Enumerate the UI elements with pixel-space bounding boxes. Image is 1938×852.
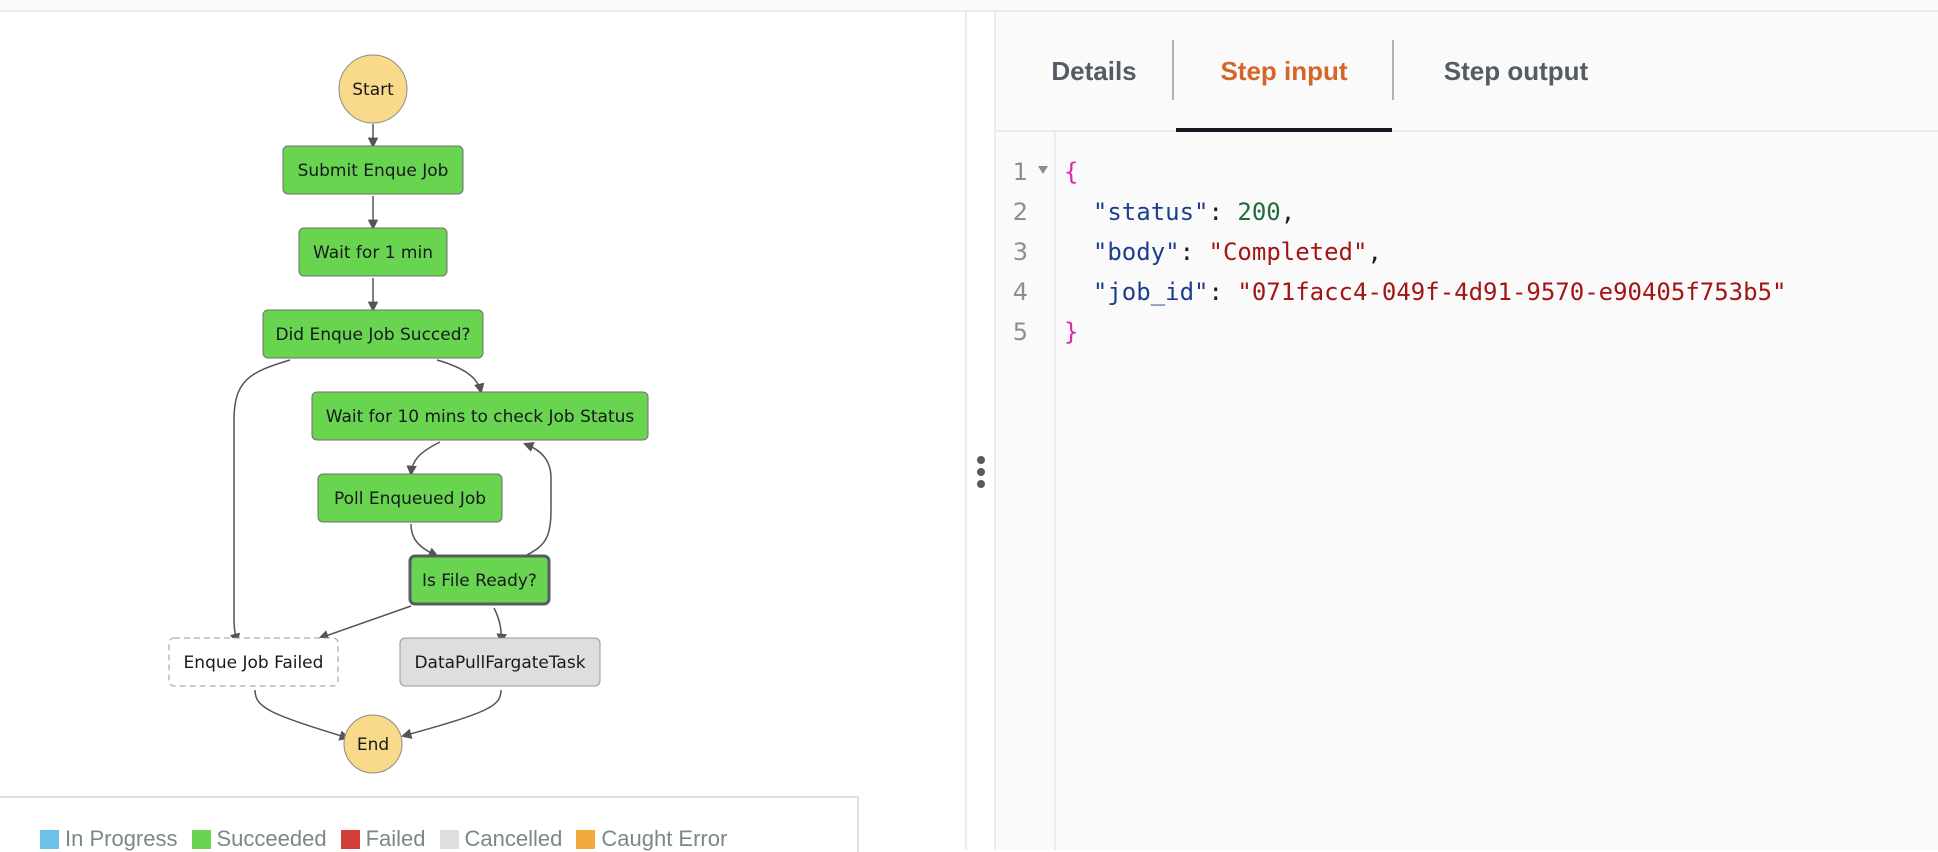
detail-pane: Details Step input Step output 1 { 2 "st… [996,12,1938,850]
legend-label: Cancelled [464,826,563,851]
node-failed[interactable]: Enque Job Failed [168,637,339,687]
json-value: "Completed" [1208,238,1368,266]
line-number: 4 [1012,278,1028,306]
json-close-brace: } [1064,318,1079,346]
tab-details[interactable]: Details [1024,12,1164,130]
node-wait10[interactable]: Wait for 10 mins to check Job Status [311,391,649,441]
code-line: 3 "body": "Completed", [996,232,1938,272]
edge-didsucceed-failed [229,359,291,645]
legend-swatch-icon [40,829,59,849]
line-number: 3 [1012,238,1028,266]
json-value: 200 [1237,198,1281,226]
code-line: 5 } [996,312,1938,352]
node-poll[interactable]: Poll Enqueued Job [317,473,503,523]
line-number: 5 [1012,318,1028,346]
node-label: DataPullFargateTask [414,653,585,673]
json-open-brace: { [1064,158,1079,186]
node-label: Poll Enqueued Job [334,489,486,509]
edge-poll-isready [410,523,439,558]
node-didsucceed[interactable]: Did Enque Job Succed? [262,309,484,359]
status-legend: In Progress Succeeded Failed Cancelled Caugh… [40,826,741,852]
edge-isready-failed [318,605,412,641]
json-key: "status" [1092,198,1209,226]
node-start[interactable]: Start [338,54,408,124]
node-isready[interactable]: Is File Ready? [408,554,551,606]
legend-swatch-icon [439,829,459,849]
node-wait1[interactable]: Wait for 1 min [298,227,448,277]
code-line: 4 "job_id": "071facc4-049f-4d91-9570-e90… [996,272,1938,312]
workflow-graph: Start Submit Enque Job Wait for 1 min Did E… [168,54,649,774]
json-editor[interactable]: 1 { 2 "status": 200, 3 "body": "Complete… [996,132,1938,850]
legend-label: Succeeded [216,826,327,851]
node-label: Wait for 1 min [313,243,433,263]
legend-item: Failed [340,826,426,852]
tab-separator [1392,40,1394,100]
legend-swatch-icon [191,829,211,849]
node-label: Did Enque Job Succed? [275,325,470,345]
edge-didsucceed-wait10 [436,359,485,395]
legend-swatch-icon [576,829,596,849]
tab-step-output[interactable]: Step output [1406,12,1626,130]
fold-toggle-icon[interactable] [1038,166,1048,174]
json-comma: , [1280,198,1296,226]
legend-item: In Progress [40,826,178,852]
code-line: 2 "status": 200, [996,192,1938,232]
node-submit[interactable]: Submit Enque Job [282,145,464,195]
tab-step-input[interactable]: Step input [1176,12,1392,132]
edge-failed-end [254,689,351,741]
json-comma: , [1367,238,1382,266]
node-label: Wait for 10 mins to check Job Status [326,407,635,427]
legend-item: Caught Error [576,826,727,852]
node-label: Enque Job Failed [184,653,324,673]
legend-item: Succeeded [191,826,327,852]
edge-isready-fargate [493,607,507,645]
code-line: 1 { [996,152,1938,192]
legend-item: Cancelled [439,826,563,852]
line-number: 1 [1012,158,1028,186]
legend-swatch-icon [340,829,360,849]
node-label: Start [352,80,394,100]
resize-strip[interactable] [967,12,994,850]
json-value: "071facc4-049f-4d91-9570-e90405f753b5" [1237,278,1787,306]
edge-fargate-end [400,689,502,739]
node-label: Is File Ready? [422,571,537,591]
line-number: 2 [1012,198,1028,226]
node-label: End [357,735,389,755]
resize-handle-icon[interactable] [973,456,989,492]
tab-separator [1172,40,1174,100]
node-fargate[interactable]: DataPullFargateTask [399,637,601,687]
node-end[interactable]: End [343,714,403,774]
legend-label: Caught Error [601,826,728,851]
json-key: "job_id" [1092,278,1209,306]
edge-wait10-poll [406,441,441,477]
legend-label: In Progress [65,826,178,851]
legend-label: Failed [365,826,426,851]
detail-tabs: Details Step input Step output [996,12,1938,132]
edge-isready-wait10 [523,442,552,557]
json-key: "body" [1092,238,1180,266]
node-label: Submit Enque Job [298,161,449,181]
